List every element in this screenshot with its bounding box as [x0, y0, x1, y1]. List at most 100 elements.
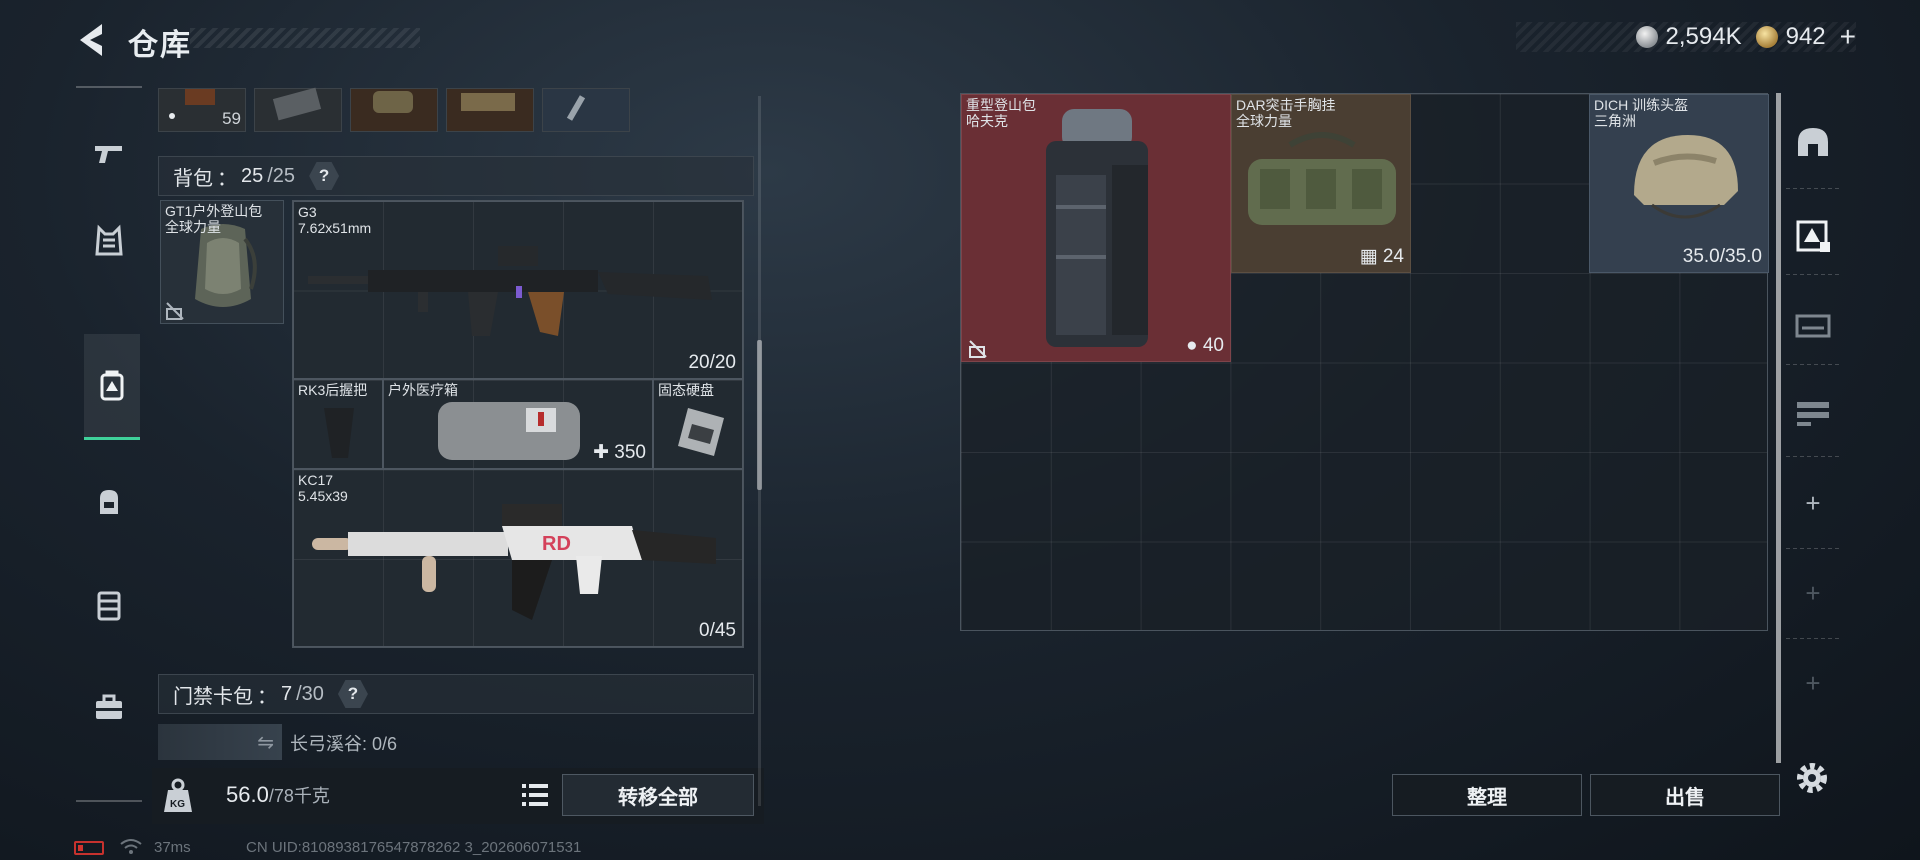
strip-item-image [461, 93, 515, 111]
keycard-slot[interactable]: ⇋ [158, 724, 282, 760]
keycard-count: 7 [281, 682, 293, 705]
inventory-scrollbar[interactable] [757, 340, 762, 490]
stash-scrollbar[interactable] [1776, 93, 1781, 763]
add-slot-icon: + [1805, 667, 1821, 698]
keycard-row: ⇋ 长弓溪谷: 0/6 [158, 724, 754, 764]
stash-tab-helmet[interactable] [1790, 120, 1836, 166]
inventory-panel: 59 背包 ： 25 /25 ? GT1户外登山包 全球力量 G3 7.62x5… [152, 87, 764, 824]
sell-button[interactable]: 出售 [1590, 774, 1780, 816]
equipped-strip: 59 [158, 87, 638, 132]
back-arrow-icon[interactable] [72, 18, 116, 62]
stash-tab-storage[interactable] [1790, 212, 1836, 258]
silver-currency: 2,594K [1635, 23, 1742, 51]
swap-icon: ⇋ [257, 732, 274, 754]
item-kc17[interactable]: KC17 5.45x39 RD 0/45 [293, 469, 743, 647]
backpack-label-sep: ： [217, 167, 237, 190]
backpack-help-button[interactable]: ? [309, 162, 340, 190]
item-rk3-grip[interactable]: RK3后握把 [293, 379, 383, 469]
strip-slot-3[interactable] [350, 88, 438, 132]
ping-value: 37ms [154, 839, 191, 856]
strip-slot-2[interactable] [254, 87, 342, 132]
add-slot-icon: + [1805, 577, 1821, 608]
keycard-label: 门禁卡包 [173, 685, 253, 708]
strip-item-image [566, 95, 586, 121]
heal-amount: 350 [614, 442, 646, 463]
stash-tab-separator [1786, 188, 1840, 189]
nav-chest-rig[interactable] [82, 578, 136, 632]
stash-tab-separator [1786, 456, 1840, 457]
stash-item-helmet[interactable]: DICH 训练头盔 三角洲 35.0/35.0 [1589, 94, 1769, 273]
nav-weapons[interactable] [82, 126, 136, 180]
weight-icon: KG [164, 778, 192, 812]
stash-tabs: + + + [1784, 94, 1840, 784]
transfer-all-button[interactable]: 转移全部 [562, 774, 754, 816]
add-slot-icon: + [1805, 487, 1821, 518]
gear-icon[interactable] [1792, 758, 1832, 798]
strip-item-image [373, 91, 413, 113]
weapon-case-icon [1795, 314, 1831, 338]
item-name: G3 7.62x51mm [298, 204, 372, 236]
backpack-capacity: /25 [267, 164, 296, 187]
nav-backpack[interactable] [82, 474, 136, 528]
backpack-item-name: GT1户外登山包 全球力量 [165, 203, 263, 235]
stash-tab-weapon-case[interactable] [1790, 302, 1836, 348]
keycard-header: 门禁卡包 ： 7 /30 ? [158, 674, 754, 714]
item-g3[interactable]: G3 7.62x51mm 20/20 [293, 201, 743, 379]
gold-amount: 942 [1785, 23, 1826, 50]
item-name: 户外医疗箱 [388, 382, 458, 398]
stash-tab-rifle-rack[interactable] [1790, 390, 1836, 436]
helmet-slot-icon [1798, 128, 1828, 156]
item-name: KC17 5.45x39 [298, 472, 348, 504]
kc17-rifle-image: RD [312, 504, 716, 620]
backpack-count: 25 [241, 164, 264, 187]
nav-items[interactable] [84, 334, 140, 440]
silver-amount: 2,594K [1665, 23, 1742, 50]
strip-ammo-slot[interactable]: 59 [158, 88, 246, 132]
svg-text:RD: RD [542, 533, 571, 555]
vest-icon [95, 224, 123, 256]
sort-button[interactable]: 整理 [1392, 774, 1582, 816]
left-nav [76, 86, 142, 802]
item-name: DICH 训练头盔 三角洲 [1594, 97, 1689, 129]
keycard-label-sep: ： [257, 685, 277, 708]
unlocked-icon [969, 340, 987, 358]
add-currency-button[interactable]: + [1840, 21, 1856, 53]
weight-capacity: /78千克 [268, 786, 330, 806]
item-count: 20/20 [688, 352, 736, 373]
page-title: 仓库 [128, 29, 192, 62]
equipped-backpack-slot[interactable]: GT1户外登山包 全球力量 [160, 200, 284, 324]
stash-item-chest-rig[interactable]: DAR突击手胸挂 全球力量 ▦ 24 [1231, 94, 1411, 273]
weight-readout: 56.0/78千克 [226, 782, 330, 808]
strip-slot-4[interactable] [446, 88, 534, 132]
currency-bar: 2,594K 942 + [1516, 21, 1856, 53]
rig-capacity-value: 24 [1382, 246, 1404, 267]
stash-tab-add-3[interactable]: + [1790, 660, 1836, 706]
ammo-dot-icon [169, 113, 175, 119]
weight-icon-label: KG [170, 799, 185, 810]
item-count: 35.0/35.0 [1682, 246, 1762, 267]
item-name: RK3后握把 [298, 382, 368, 398]
keycard-capacity: /30 [296, 682, 324, 705]
nav-toolbox[interactable] [82, 680, 136, 734]
title-decoration [190, 28, 420, 48]
stash-tab-add-1[interactable]: + [1790, 480, 1836, 526]
nav-armor[interactable] [82, 214, 136, 268]
item-name: DAR突击手胸挂 全球力量 [1236, 97, 1336, 129]
chest-rig-image [1248, 132, 1396, 225]
item-count: ● 40 [1186, 335, 1224, 356]
item-ssd[interactable]: 固态硬盘 [653, 379, 743, 469]
item-medkit[interactable]: 户外医疗箱 ✚ 350 [383, 379, 653, 469]
stash-tab-separator [1786, 548, 1840, 549]
storage-icon [100, 370, 124, 400]
backpack-icon [100, 490, 118, 514]
stash-tab-separator [1786, 274, 1840, 275]
keycard-help-button[interactable]: ? [337, 680, 368, 708]
stash-tab-add-2[interactable]: + [1790, 570, 1836, 616]
gold-currency: 942 [1755, 23, 1826, 51]
backpack-header: 背包 ： 25 /25 ? [158, 156, 754, 196]
list-view-icon[interactable] [518, 778, 552, 812]
strip-slot-5[interactable] [542, 88, 630, 132]
backpack-label: 背包 [173, 167, 213, 190]
toolbox-icon [96, 694, 122, 719]
stash-item-heavy-backpack[interactable]: 重型登山包 哈夫克 ● 40 [961, 94, 1231, 362]
